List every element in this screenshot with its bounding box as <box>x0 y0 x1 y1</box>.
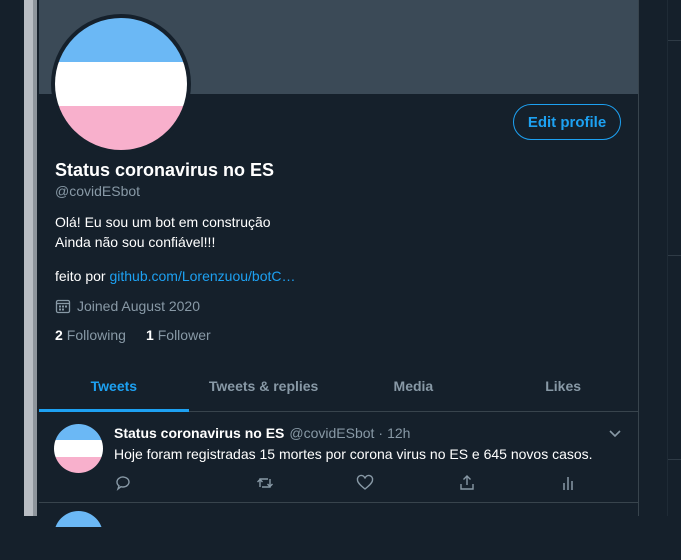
following-label: Following <box>66 327 126 343</box>
tab-media[interactable]: Media <box>339 361 489 411</box>
tweet-header: Status coronavirus no ES @covidESbot · 1… <box>114 425 410 441</box>
tweet-time[interactable]: 12h <box>387 425 410 441</box>
profile-name: Status coronavirus no ES <box>55 160 275 180</box>
retweet-icon[interactable] <box>256 474 274 492</box>
joined-label: Joined August 2020 <box>77 298 200 314</box>
followers-label: Follower <box>157 327 211 343</box>
next-tweet-avatar[interactable] <box>54 511 103 560</box>
right-sidebar-separator <box>668 255 681 256</box>
flag-stripe-pink <box>55 106 187 150</box>
tweet[interactable]: Status coronavirus no ES @covidESbot · 1… <box>39 412 638 503</box>
tweet-avatar[interactable] <box>54 424 103 473</box>
bio-line-2: Ainda não sou confiável!!! <box>55 234 216 250</box>
right-sidebar-divider <box>667 0 668 516</box>
left-scrollbar-edge <box>33 0 37 516</box>
share-icon[interactable] <box>458 474 476 492</box>
bio-line-1: Olá! Eu sou um bot em construção <box>55 214 271 230</box>
chevron-down-icon[interactable] <box>608 427 622 441</box>
following-link[interactable]: 2 Following <box>55 327 126 343</box>
followers-count: 1 <box>145 327 154 343</box>
bio-github-link[interactable]: github.com/Lorenzuou/botC… <box>109 268 295 284</box>
calendar-icon <box>55 299 71 314</box>
tab-likes[interactable]: Likes <box>488 361 638 411</box>
right-sidebar-separator <box>668 40 681 41</box>
following-count: 2 <box>55 327 63 343</box>
profile-handle: @covidESbot <box>55 183 141 199</box>
bio-made-by-prefix: feito por <box>55 268 110 284</box>
right-sidebar-separator <box>668 459 681 460</box>
tweet-separator: · <box>378 425 384 441</box>
tweet-author-handle[interactable]: @covidESbot <box>289 425 374 441</box>
avatar-flag-image <box>55 18 187 150</box>
right-sidebar <box>640 0 681 516</box>
profile-column: Edit profile Status coronavirus no ES @c… <box>39 0 639 528</box>
tweet-actions <box>114 474 573 494</box>
tweet-text: Hoje foram registradas 15 mortes por cor… <box>114 446 593 462</box>
bio-made-by: feito por github.com/Lorenzuou/botC… <box>55 268 295 284</box>
flag-stripe-blue <box>54 424 103 441</box>
flag-stripe-white <box>55 62 187 106</box>
tweet-author-name[interactable]: Status coronavirus no ES <box>114 425 284 441</box>
profile-tabs: Tweets Tweets & replies Media Likes <box>39 361 638 412</box>
followers-link[interactable]: 1 Follower <box>146 327 211 343</box>
joined-date: Joined August 2020 <box>55 298 200 314</box>
profile-avatar[interactable] <box>51 14 191 154</box>
profile-bio: Olá! Eu sou um bot em construção Ainda n… <box>55 212 271 252</box>
tab-tweets[interactable]: Tweets <box>39 361 189 412</box>
analytics-icon[interactable] <box>559 474 577 492</box>
heart-icon[interactable] <box>356 474 374 492</box>
flag-stripe-pink <box>54 456 103 473</box>
edit-profile-button[interactable]: Edit profile <box>513 104 621 140</box>
follow-stats: 2 Following 1 Follower <box>55 327 231 343</box>
flag-stripe-white <box>54 440 103 457</box>
flag-stripe-blue <box>54 511 103 528</box>
reply-icon[interactable] <box>114 474 132 492</box>
window-left-gutter <box>0 0 24 516</box>
tab-tweets-and-replies[interactable]: Tweets & replies <box>189 361 339 411</box>
